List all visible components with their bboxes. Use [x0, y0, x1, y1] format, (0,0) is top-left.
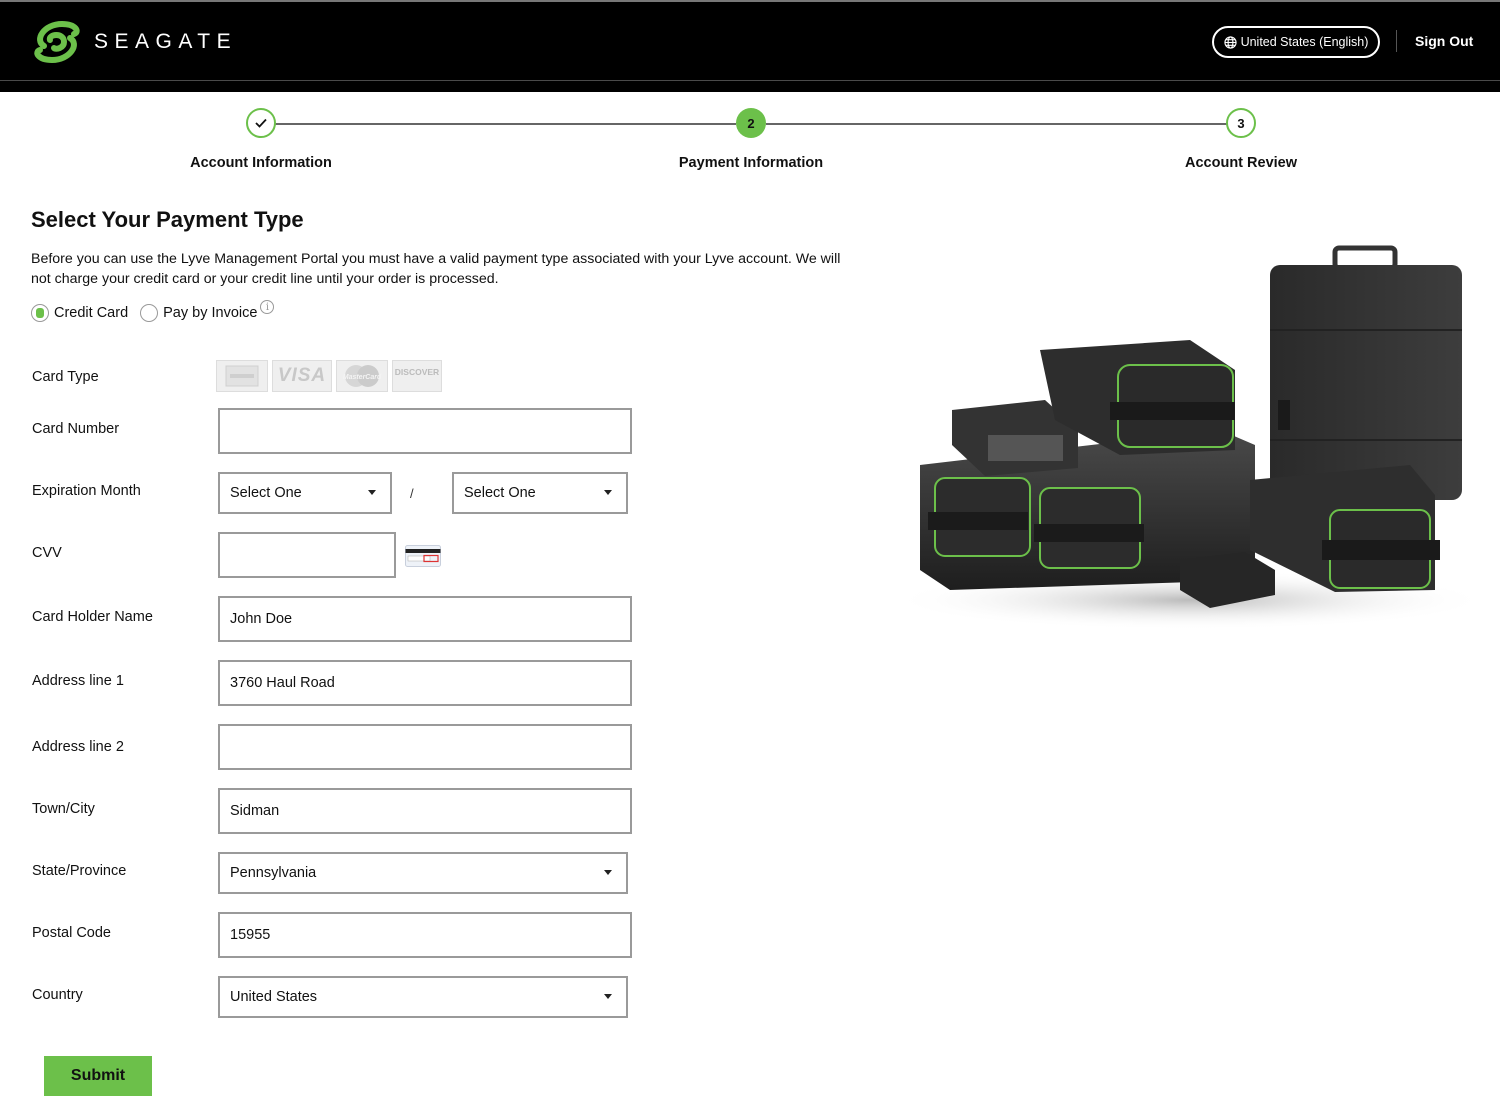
address-line-2-input[interactable]: [218, 724, 632, 770]
card-holder-name-input[interactable]: John Doe: [218, 596, 632, 642]
step-2-label: Payment Information: [678, 155, 824, 171]
expiration-month-select[interactable]: Select One: [218, 472, 392, 514]
amex-card-icon: [216, 360, 268, 392]
card-type-label: Card Type: [32, 369, 99, 385]
chevron-down-icon: [604, 994, 612, 999]
expiration-year-value: Select One: [464, 485, 536, 501]
postal-code-input[interactable]: 15955: [218, 912, 632, 958]
step-1-label: Account Information: [190, 155, 332, 171]
expiration-month-value: Select One: [230, 485, 302, 501]
postal-code-label: Postal Code: [32, 925, 111, 941]
step-2-indicator: 2: [736, 108, 766, 138]
payment-type-options: Credit Card Pay by Invoice i: [31, 300, 275, 322]
credit-card-label[interactable]: Credit Card: [54, 305, 128, 321]
checkmark-icon: [255, 118, 267, 128]
cvv-card-back-icon: [405, 545, 441, 567]
stepper-connector: [766, 123, 1227, 125]
discover-card-icon: DISCOVER: [392, 360, 442, 392]
seagate-swirl-icon: [34, 20, 80, 64]
step-3-label: Account Review: [1185, 155, 1297, 171]
info-icon[interactable]: i: [260, 300, 275, 314]
visa-card-icon: VISA: [272, 360, 332, 392]
mastercard-icon: MasterCard: [336, 360, 388, 392]
lyve-hardware-product-image: [890, 245, 1490, 630]
state-province-label: State/Province: [32, 863, 127, 879]
pay-by-invoice-label[interactable]: Pay by Invoice: [163, 305, 257, 321]
step-3-indicator: 3: [1226, 108, 1256, 138]
pay-by-invoice-radio[interactable]: [140, 304, 159, 322]
country-select[interactable]: United States: [218, 976, 628, 1018]
state-province-value: Pennsylvania: [230, 865, 317, 881]
submit-button[interactable]: Submit: [44, 1056, 152, 1096]
step-1-indicator: [246, 108, 276, 138]
language-label: United States (English): [1240, 35, 1369, 49]
chevron-down-icon: [604, 490, 612, 495]
chevron-down-icon: [368, 490, 376, 495]
top-header: SEAGATE United States (English) Sign Out: [0, 0, 1500, 92]
town-city-label: Town/City: [32, 801, 95, 817]
card-number-label: Card Number: [32, 421, 120, 437]
intro-text: Before you can use the Lyve Management P…: [31, 251, 841, 287]
expiration-separator: /: [410, 486, 414, 501]
state-province-select[interactable]: Pennsylvania: [218, 852, 628, 894]
svg-text:MasterCard: MasterCard: [343, 374, 382, 381]
brand-name: SEAGATE: [94, 30, 238, 53]
country-label: Country: [32, 987, 83, 1003]
card-holder-name-label: Card Holder Name: [32, 609, 153, 625]
credit-card-radio[interactable]: [31, 304, 49, 322]
globe-icon: [1223, 35, 1237, 49]
address-line-1-input[interactable]: 3760 Haul Road: [218, 660, 632, 706]
header-bottom-border: [0, 80, 1500, 81]
sign-out-link[interactable]: Sign Out: [1415, 33, 1473, 49]
address-line-2-label: Address line 2: [32, 739, 124, 755]
chevron-down-icon: [604, 870, 612, 875]
cvv-label: CVV: [32, 545, 62, 561]
header-divider: [1396, 30, 1397, 52]
header-top-border: [0, 0, 1500, 2]
address-line-1-label: Address line 1: [32, 673, 124, 689]
language-selector-button[interactable]: United States (English): [1212, 26, 1380, 58]
page-title: Select Your Payment Type: [31, 207, 304, 232]
country-value: United States: [230, 989, 318, 1005]
expiration-month-label: Expiration Month: [32, 483, 141, 499]
seagate-logo[interactable]: SEAGATE: [30, 18, 237, 66]
cvv-input[interactable]: [218, 532, 396, 578]
town-city-input[interactable]: Sidman: [218, 788, 632, 834]
stepper-connector: [275, 123, 736, 125]
card-number-input[interactable]: [218, 408, 632, 454]
expiration-year-select[interactable]: Select One: [452, 472, 628, 514]
